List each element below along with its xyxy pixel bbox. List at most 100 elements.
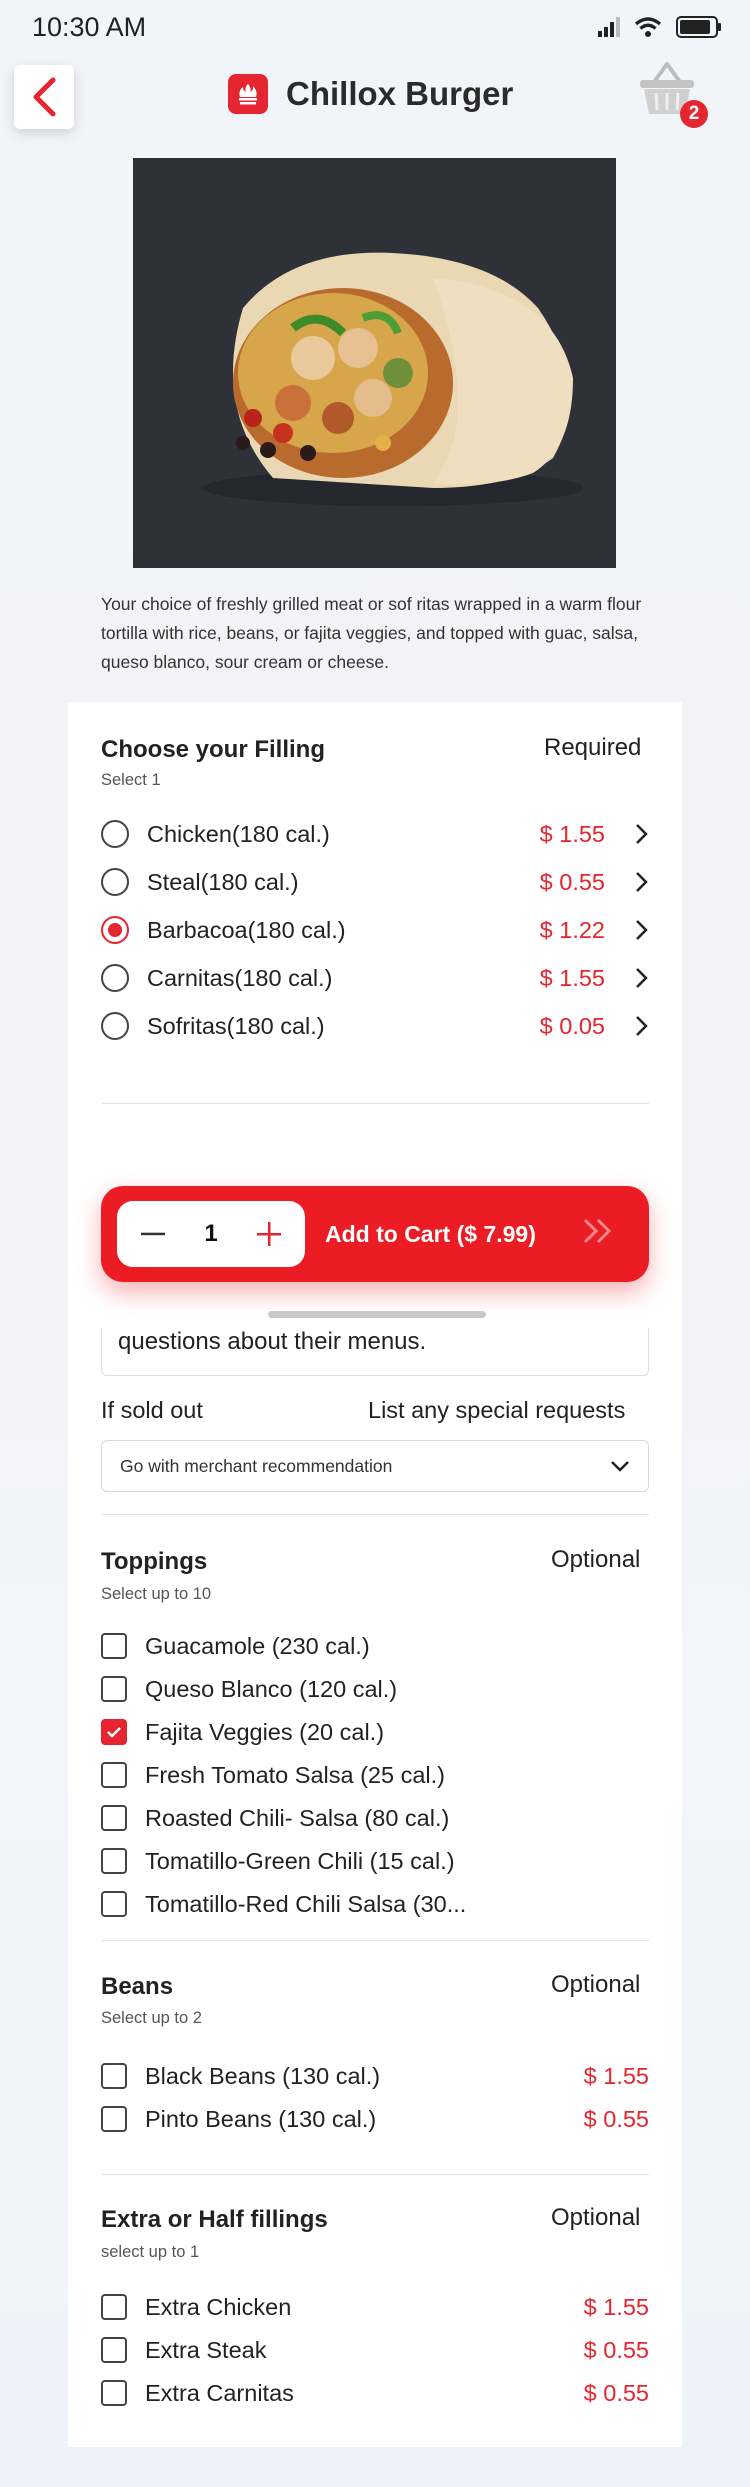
plus-button[interactable] bbox=[249, 1214, 289, 1254]
option-price: $ 0.55 bbox=[583, 2379, 649, 2406]
divider bbox=[101, 1514, 649, 1515]
topping-option[interactable]: Queso Blanco (120 cal.) bbox=[101, 1671, 649, 1707]
option-price: $ 0.55 bbox=[539, 868, 605, 895]
filling-title: Choose your Filling bbox=[101, 736, 326, 763]
cart-button[interactable]: 2 bbox=[636, 58, 708, 128]
toppings-optional-tag: Optional bbox=[551, 1546, 641, 1573]
extra-subtitle: select up to 1 bbox=[101, 2243, 200, 2261]
filling-option-sofritas[interactable]: Sofritas(180 cal.) $ 0.05 bbox=[101, 1008, 649, 1044]
special-instructions-text: questions about their menus. bbox=[118, 1328, 427, 1355]
filling-option-barbacoa[interactable]: Barbacoa(180 cal.) $ 1.22 bbox=[101, 912, 649, 948]
option-price: $ 1.22 bbox=[539, 916, 605, 943]
divider bbox=[101, 1940, 649, 1941]
option-label: Black Beans (130 cal.) bbox=[145, 2062, 381, 2089]
extra-option[interactable]: Extra Carnitas $ 0.55 bbox=[101, 2375, 649, 2411]
sold-out-dropdown[interactable]: Go with merchant recommendation bbox=[101, 1440, 649, 1492]
option-price: $ 1.55 bbox=[583, 2062, 649, 2089]
chevron-right-icon[interactable] bbox=[625, 919, 649, 941]
chevron-right-icon[interactable] bbox=[625, 871, 649, 893]
option-label: Steal(180 cal.) bbox=[147, 868, 299, 895]
option-label: Guacamole (230 cal.) bbox=[145, 1632, 370, 1659]
plus-icon bbox=[257, 1222, 282, 1246]
brand: Chillox Burger bbox=[228, 74, 513, 114]
status-time: 10:30 AM bbox=[32, 12, 147, 42]
checkbox[interactable] bbox=[101, 1805, 127, 1831]
radio-button[interactable] bbox=[101, 868, 129, 896]
wifi-icon bbox=[634, 17, 662, 37]
beans-option[interactable]: Pinto Beans (130 cal.) $ 0.55 bbox=[101, 2101, 649, 2137]
option-label: Fajita Veggies (20 cal.) bbox=[145, 1718, 385, 1745]
chevron-right-icon[interactable] bbox=[625, 967, 649, 989]
checkbox[interactable] bbox=[101, 1676, 127, 1702]
chevron-right-icon[interactable] bbox=[625, 1015, 649, 1037]
option-label: Extra Carnitas bbox=[145, 2379, 294, 2406]
divider bbox=[101, 1103, 649, 1104]
option-label: Carnitas(180 cal.) bbox=[147, 964, 333, 991]
checkbox-checked[interactable] bbox=[101, 1719, 127, 1745]
battery-icon bbox=[676, 16, 721, 38]
topping-option[interactable]: Tomatillo-Red Chili Salsa (30... bbox=[101, 1886, 649, 1922]
dropdown-value: Go with merchant recommendation bbox=[120, 1455, 393, 1476]
add-to-cart-bar: 1 Add to Cart ($ 7.99) bbox=[101, 1186, 649, 1282]
extra-option[interactable]: Extra Steak $ 0.55 bbox=[101, 2332, 649, 2368]
checkbox[interactable] bbox=[101, 2063, 127, 2089]
beans-subtitle: Select up to 2 bbox=[101, 2009, 202, 2027]
filling-option-steal[interactable]: Steal(180 cal.) $ 0.55 bbox=[101, 864, 649, 900]
option-label: Tomatillo-Red Chili Salsa (30... bbox=[145, 1890, 467, 1917]
filling-option-carnitas[interactable]: Carnitas(180 cal.) $ 1.55 bbox=[101, 960, 649, 996]
checkbox[interactable] bbox=[101, 2294, 127, 2320]
minus-icon bbox=[140, 1232, 165, 1236]
checkbox[interactable] bbox=[101, 1891, 127, 1917]
chevron-right-icon[interactable] bbox=[625, 823, 649, 845]
checkbox[interactable] bbox=[101, 1633, 127, 1659]
back-button[interactable] bbox=[14, 65, 74, 129]
option-label: Pinto Beans (130 cal.) bbox=[145, 2105, 377, 2132]
home-indicator bbox=[268, 1311, 486, 1318]
chevron-down-icon bbox=[611, 1461, 629, 1472]
option-label: Chicken(180 cal.) bbox=[147, 820, 330, 847]
option-price: $ 1.55 bbox=[539, 964, 605, 991]
topping-option[interactable]: Roasted Chili- Salsa (80 cal.) bbox=[101, 1800, 649, 1836]
topping-option[interactable]: Fresh Tomato Salsa (25 cal.) bbox=[101, 1757, 649, 1793]
checkbox[interactable] bbox=[101, 1848, 127, 1874]
option-label: Sofritas(180 cal.) bbox=[147, 1012, 325, 1039]
extra-option[interactable]: Extra Chicken $ 1.55 bbox=[101, 2289, 649, 2325]
double-chevron-right-icon bbox=[583, 1218, 612, 1244]
quantity-stepper: 1 bbox=[117, 1201, 305, 1267]
topping-option[interactable]: Tomatillo-Green Chili (15 cal.) bbox=[101, 1843, 649, 1879]
if-sold-out-label: If sold out bbox=[101, 1397, 203, 1423]
add-to-cart-button[interactable]: Add to Cart ($ 7.99) bbox=[325, 1221, 536, 1248]
option-price: $ 0.55 bbox=[583, 2336, 649, 2363]
filling-subtitle: Select 1 bbox=[101, 771, 161, 789]
status-icons bbox=[598, 16, 722, 38]
option-price: $ 1.55 bbox=[583, 2293, 649, 2320]
option-label: Extra Chicken bbox=[145, 2293, 292, 2320]
radio-button[interactable] bbox=[101, 964, 129, 992]
beans-title: Beans bbox=[101, 1973, 174, 2000]
topping-option[interactable]: Fajita Veggies (20 cal.) bbox=[101, 1714, 649, 1750]
option-price: $ 1.55 bbox=[539, 820, 605, 847]
checkbox[interactable] bbox=[101, 2337, 127, 2363]
divider bbox=[101, 2174, 649, 2175]
filling-option-chicken[interactable]: Chicken(180 cal.) $ 1.55 bbox=[101, 816, 649, 852]
signal-icon bbox=[598, 17, 620, 37]
minus-button[interactable] bbox=[133, 1214, 173, 1254]
option-label: Queso Blanco (120 cal.) bbox=[145, 1675, 398, 1702]
checkbox[interactable] bbox=[101, 1762, 127, 1788]
radio-button-selected[interactable] bbox=[101, 916, 129, 944]
checkbox[interactable] bbox=[101, 2106, 127, 2132]
checkmark-icon bbox=[107, 1727, 121, 1738]
topping-option[interactable]: Guacamole (230 cal.) bbox=[101, 1628, 649, 1664]
filling-required-tag: Required bbox=[544, 734, 642, 761]
page-title: Chillox Burger bbox=[286, 75, 514, 112]
beans-optional-tag: Optional bbox=[551, 1971, 641, 1998]
quantity-value: 1 bbox=[204, 1220, 218, 1247]
checkbox[interactable] bbox=[101, 2380, 127, 2406]
option-label: Barbacoa(180 cal.) bbox=[147, 916, 346, 943]
option-label: Extra Steak bbox=[145, 2336, 267, 2363]
beans-option[interactable]: Black Beans (130 cal.) $ 1.55 bbox=[101, 2058, 649, 2094]
radio-button[interactable] bbox=[101, 1012, 129, 1040]
option-price: $ 0.55 bbox=[583, 2105, 649, 2132]
radio-button[interactable] bbox=[101, 820, 129, 848]
option-label: Roasted Chili- Salsa (80 cal.) bbox=[145, 1804, 450, 1831]
